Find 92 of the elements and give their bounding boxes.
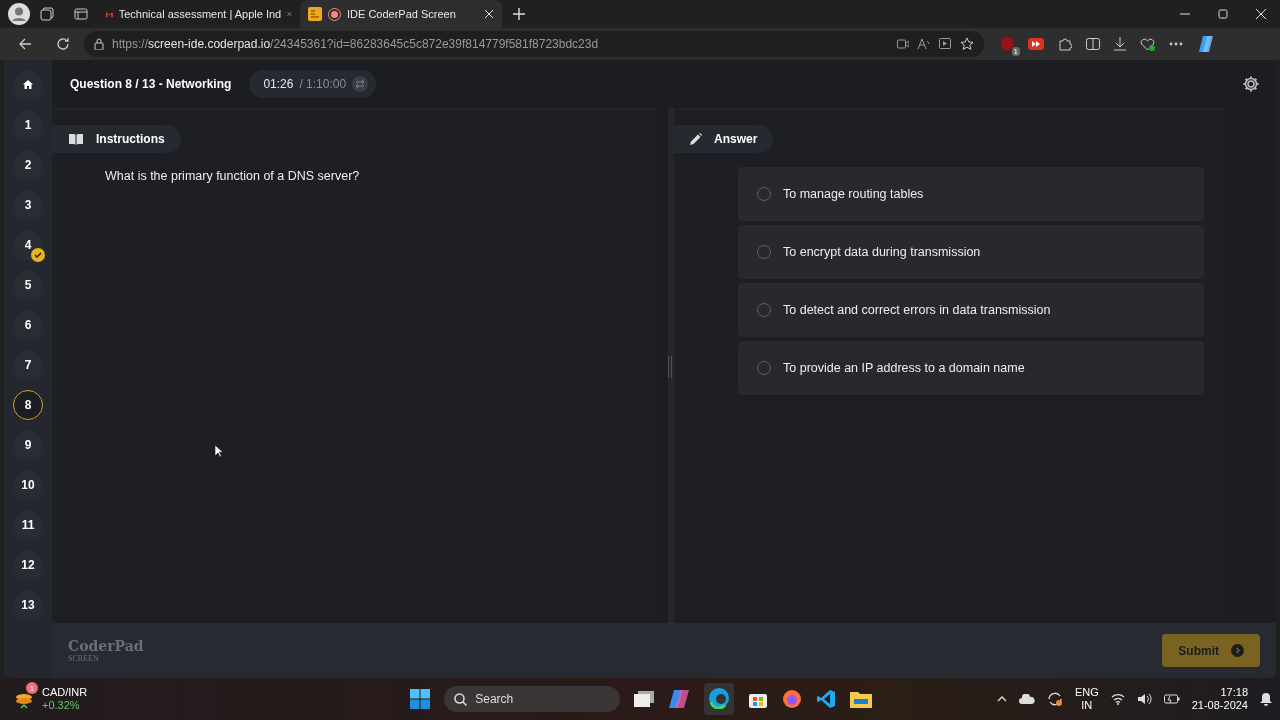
maximize-icon[interactable] [1218, 9, 1228, 19]
widget-label: CAD/INR [42, 686, 88, 699]
star-icon[interactable] [960, 37, 974, 51]
close-icon[interactable] [484, 9, 494, 19]
question-text: What is the primary function of a DNS server? [105, 169, 361, 183]
workspaces-icon[interactable] [40, 7, 54, 21]
extension-badge: 1 [1011, 47, 1020, 56]
question-number[interactable]: 11 [13, 510, 43, 540]
browser-tab[interactable]: IDE CoderPad Screen [300, 0, 502, 28]
question-number[interactable]: 5 [13, 270, 43, 300]
answer-option[interactable]: To encrypt data during transmission [738, 225, 1204, 279]
fast-forward-icon[interactable] [1028, 38, 1044, 50]
answer-option[interactable]: To provide an IP address to a domain name [738, 341, 1204, 395]
search-icon [454, 692, 468, 706]
close-icon[interactable] [1256, 9, 1266, 19]
arrow-circle-icon [1231, 644, 1244, 657]
folder-icon[interactable] [850, 690, 873, 708]
play-icon[interactable] [939, 38, 952, 50]
sync-icon[interactable] [1046, 691, 1063, 707]
new-tab-icon[interactable] [512, 7, 526, 21]
firefox-icon[interactable] [782, 689, 803, 709]
elapsed-time: 01:26 [263, 77, 294, 91]
question-number[interactable]: 13 [13, 590, 43, 620]
widget-change: +0.32% [42, 699, 81, 712]
answer-tab[interactable]: Answer [674, 125, 774, 153]
more-icon[interactable] [1169, 42, 1183, 46]
split-screen-icon[interactable] [1086, 38, 1100, 50]
clock-time: 17:18 [1220, 686, 1248, 699]
edge-browser-icon[interactable] [708, 687, 731, 709]
home-icon[interactable] [13, 70, 43, 100]
option-text: To manage routing tables [783, 187, 924, 201]
profile-icon[interactable] [8, 3, 30, 25]
search-field[interactable]: Search [444, 686, 621, 712]
mouse-cursor-icon [215, 445, 223, 457]
download-icon[interactable] [1114, 37, 1126, 51]
tab-title: Technical assessment | Apple Ind [118, 8, 282, 20]
question-number[interactable]: 3 [13, 190, 43, 220]
back-icon[interactable] [18, 37, 32, 51]
answer-option[interactable]: To manage routing tables [738, 167, 1204, 221]
tab-title: IDE CoderPad Screen [347, 8, 457, 20]
option-text: To provide an IP address to a domain name [783, 361, 1025, 375]
coderpad-logo: CoderPad [68, 638, 144, 654]
notification-badge: 1 [26, 682, 38, 694]
read-aloud-icon[interactable] [917, 38, 931, 50]
lock-icon [94, 38, 104, 50]
puzzle-icon[interactable] [1058, 37, 1072, 51]
pencil-icon [690, 133, 702, 145]
wifi-icon[interactable] [1110, 693, 1125, 705]
total-time: / 1:10:00 [299, 77, 347, 91]
heart-pulse-icon[interactable] [1140, 37, 1155, 51]
question-number[interactable]: 10 [13, 470, 43, 500]
favicon-icon [308, 7, 322, 21]
question-number[interactable]: 9 [13, 430, 43, 460]
question-number[interactable]: 7 [13, 350, 43, 380]
code-editor-icon[interactable] [816, 689, 837, 709]
resize-handle[interactable] [668, 356, 672, 378]
swap-button[interactable] [352, 76, 369, 92]
question-number[interactable]: 12 [13, 550, 43, 580]
chevron-up-icon[interactable] [996, 696, 1007, 702]
clock-date: 21-08-2024 [1191, 699, 1248, 712]
camera-icon[interactable] [897, 39, 909, 49]
logo-subtitle: SCREEN [68, 654, 100, 663]
question-number[interactable]: 8 [13, 390, 43, 420]
volume-icon[interactable] [1136, 693, 1152, 705]
option-text: To encrypt data during transmission [783, 245, 981, 259]
cloud-icon[interactable] [1018, 694, 1035, 704]
instructions-tab[interactable]: Instructions [52, 125, 181, 153]
swap-icon [355, 80, 366, 88]
language-code: ENG [1074, 686, 1099, 699]
address-bar[interactable]: https://screen-ide.coderpad.io/24345361?id=86283645c5c872e39f814779f581f8723bdc23d [84, 31, 984, 57]
recording-icon [328, 7, 341, 21]
refresh-icon[interactable] [56, 37, 70, 51]
windows-start-icon[interactable] [410, 689, 431, 709]
task-view-icon[interactable] [634, 691, 655, 707]
tab-actions-icon[interactable] [74, 7, 88, 21]
book-icon [68, 133, 84, 145]
question-number[interactable]: 2 [13, 150, 43, 180]
question-title: Question 8 / 13 - Networking [70, 77, 232, 91]
search-placeholder: Search [475, 692, 514, 706]
settings-icon[interactable] [1242, 75, 1260, 93]
region-code: IN [1081, 699, 1093, 712]
option-text: To detect and correct errors in data transmission [783, 303, 1051, 317]
battery-icon[interactable] [1163, 694, 1180, 704]
notification-bell-icon[interactable] [1260, 692, 1272, 706]
copilot-icon[interactable] [1197, 35, 1215, 53]
question-number[interactable]: 1 [13, 110, 43, 140]
url-text: https://screen-ide.coderpad.io/24345361?id=86283645c5c872e39f814779f581f8723bdc23d [112, 37, 599, 51]
browser-tab[interactable]: Technical assessment | Apple Ind [98, 0, 300, 28]
copilot-icon[interactable] [668, 689, 691, 709]
question-number[interactable]: 4 [13, 230, 43, 260]
answer-option[interactable]: To detect and correct errors in data transmission [738, 283, 1204, 337]
question-number[interactable]: 6 [13, 310, 43, 340]
